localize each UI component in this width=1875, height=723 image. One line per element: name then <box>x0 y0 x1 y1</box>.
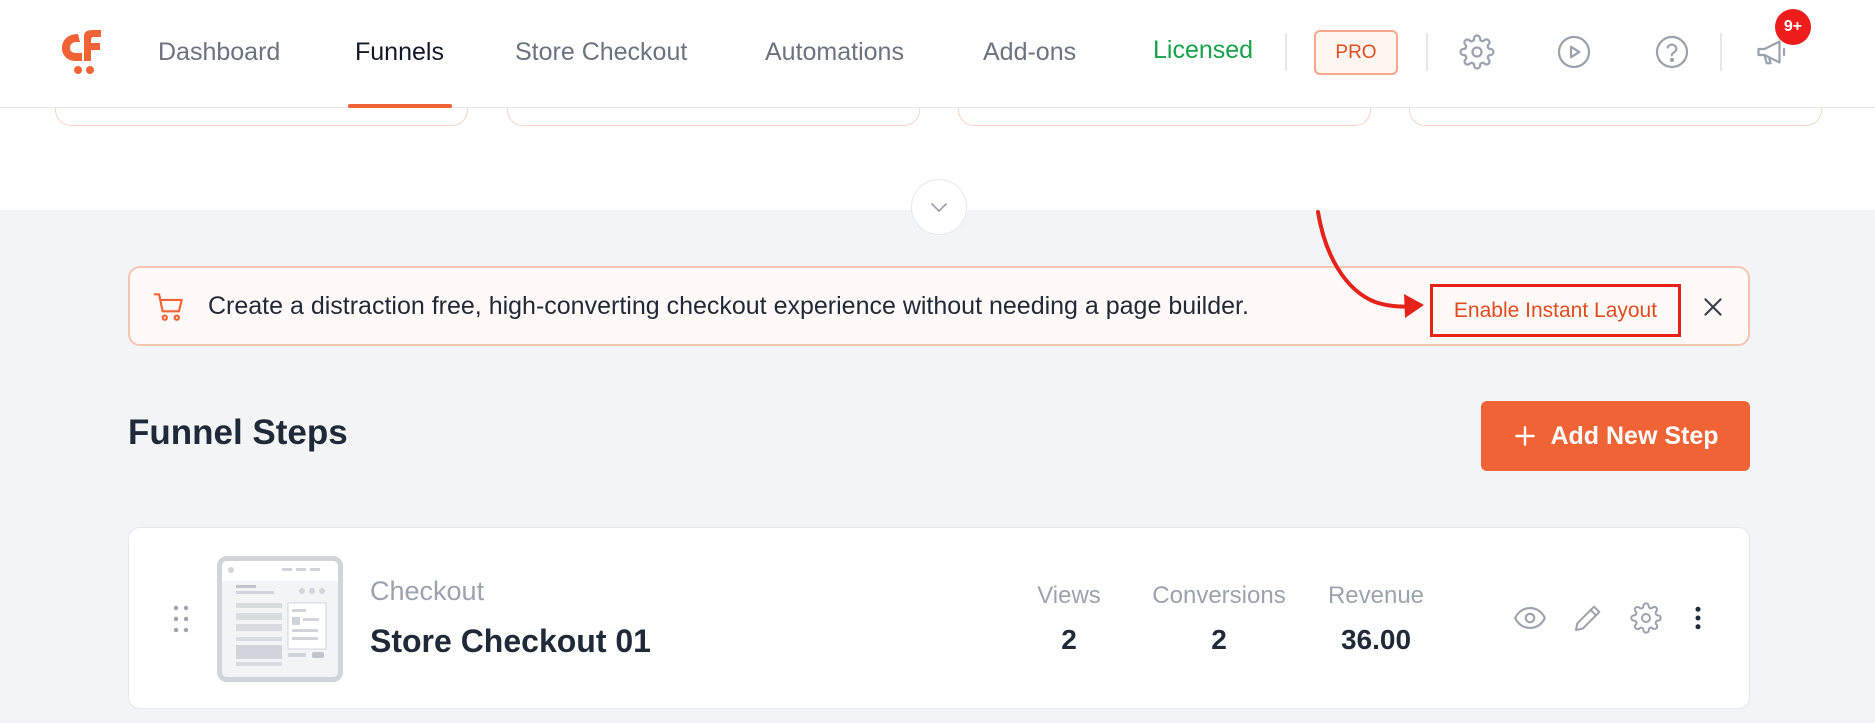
cartflows-logo-icon[interactable] <box>56 26 108 78</box>
gear-icon[interactable] <box>1455 30 1499 74</box>
kebab-menu-icon <box>1695 606 1701 630</box>
plus-icon <box>1515 426 1536 446</box>
close-notice-button[interactable] <box>1696 290 1730 324</box>
edit-step-button[interactable] <box>1569 599 1607 637</box>
pencil-icon <box>1575 605 1601 631</box>
license-status: Licensed <box>1153 36 1254 64</box>
drag-handle-icon[interactable] <box>171 604 191 634</box>
active-tab-indicator <box>348 104 452 108</box>
step-thumbnail[interactable] <box>217 556 343 682</box>
page-preview-icon <box>222 561 338 677</box>
expand-toggle-button[interactable] <box>911 179 967 235</box>
stat-value: 2 <box>1211 624 1227 655</box>
divider <box>1426 33 1428 71</box>
stat-value: 36.00 <box>1340 624 1412 655</box>
help-icon[interactable] <box>1650 30 1694 74</box>
more-options-button[interactable] <box>1679 599 1717 637</box>
add-new-step-label: Add New Step <box>1550 421 1719 450</box>
add-new-step-button[interactable]: Add New Step <box>1481 401 1750 471</box>
notice-message: Create a distraction free, high-converti… <box>208 292 1249 320</box>
close-icon <box>1704 298 1722 316</box>
nav-automations[interactable]: Automations <box>765 38 904 67</box>
stat-conversions: Conversions 2 <box>1139 582 1299 656</box>
gear-icon <box>1630 602 1662 634</box>
instant-layout-notice: Create a distraction free, high-converti… <box>128 266 1750 346</box>
stat-label: Revenue <box>1327 582 1425 609</box>
stat-label: Views <box>1037 582 1101 609</box>
overview-card <box>1409 108 1822 126</box>
overview-card <box>958 108 1371 126</box>
step-type-label: Checkout <box>370 576 485 606</box>
top-header: Dashboard Funnels Store Checkout Automat… <box>0 0 1875 108</box>
divider <box>1285 33 1287 71</box>
page-title: Funnel Steps <box>128 413 348 452</box>
stat-views: Views 2 <box>1019 582 1119 656</box>
nav-store-checkout[interactable]: Store Checkout <box>515 38 687 67</box>
pro-button[interactable]: PRO <box>1314 30 1398 75</box>
step-title[interactable]: Store Checkout 01 <box>370 623 651 660</box>
eye-icon <box>1514 607 1546 629</box>
view-step-button[interactable] <box>1511 599 1549 637</box>
enable-instant-layout-button[interactable]: Enable Instant Layout <box>1430 284 1681 337</box>
overview-card <box>55 108 468 126</box>
overview-card <box>507 108 920 126</box>
step-row: Checkout Store Checkout 01 Views 2 Conve… <box>128 527 1750 709</box>
play-icon[interactable] <box>1552 30 1596 74</box>
chevron-down-icon <box>931 203 947 212</box>
divider <box>1720 33 1722 71</box>
nav-add-ons[interactable]: Add-ons <box>983 38 1076 67</box>
notification-badge: 9+ <box>1775 9 1811 45</box>
nav-dashboard[interactable]: Dashboard <box>158 38 280 67</box>
cart-icon <box>153 293 183 321</box>
stat-revenue: Revenue 36.00 <box>1321 582 1431 656</box>
stat-value: 2 <box>1061 624 1077 655</box>
step-settings-button[interactable] <box>1627 599 1665 637</box>
nav-funnels[interactable]: Funnels <box>355 38 444 67</box>
stat-label: Conversions <box>1152 582 1286 609</box>
